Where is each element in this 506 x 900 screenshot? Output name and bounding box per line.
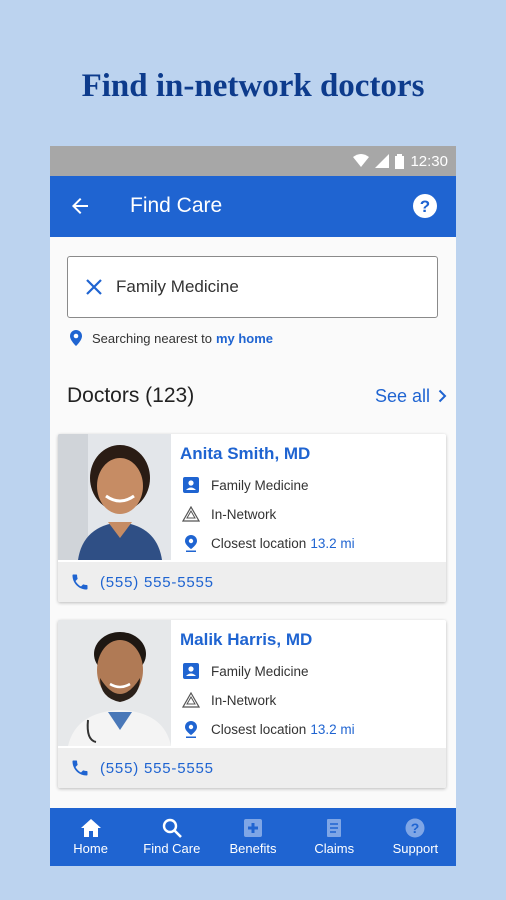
doctor-name[interactable]: Anita Smith, MD [180,444,310,464]
nav-label-home: Home [73,841,108,856]
search-input[interactable] [116,277,416,297]
nav-item-home[interactable]: Home [50,808,131,866]
nav-item-support[interactable]: ? Support [375,808,456,866]
location-pin-icon [182,534,200,552]
home-icon [80,819,101,837]
location-pin-icon [182,720,200,738]
svg-text:?: ? [420,197,430,216]
benefits-icon [244,819,262,837]
location-row: Closest location 13.2 mi [182,534,355,552]
bottom-navigation: Home Find Care Benefits Claims ? Support [50,808,456,866]
doctor-card[interactable]: Malik Harris, MD Family Medicine In-Netw… [58,620,446,788]
help-icon: ? [405,818,425,838]
help-icon[interactable]: ? [412,193,438,219]
nav-item-find-care[interactable]: Find Care [131,808,212,866]
nav-item-benefits[interactable]: Benefits [212,808,293,866]
nav-item-claims[interactable]: Claims [294,808,375,866]
phone-icon [72,760,88,776]
specialty-icon [182,662,200,680]
doctor-name[interactable]: Malik Harris, MD [180,630,312,650]
network-row: In-Network [182,691,276,709]
location-label: Closest location [211,535,307,551]
network-icon [182,691,200,709]
app-bar: Find Care ? [50,176,456,237]
phone-number[interactable]: (555) 555-5555 [100,574,214,591]
back-arrow-icon[interactable] [68,194,92,218]
distance-value: 13.2 mi [310,721,355,737]
network-text: In-Network [211,506,277,522]
claims-icon [327,819,342,837]
phone-row[interactable]: (555) 555-5555 [58,562,446,602]
status-bar: 12:30 [50,146,456,176]
battery-icon [395,153,405,169]
svg-text:?: ? [411,820,420,836]
nav-label-find-care: Find Care [143,841,201,856]
network-row: In-Network [182,505,276,523]
location-hint-text: Searching nearest to [92,330,212,346]
network-text: In-Network [211,692,277,708]
location-pin-icon [70,330,82,346]
doctor-photo [58,434,171,560]
status-time: 12:30 [410,152,448,170]
signal-icon [375,154,390,168]
doctor-card[interactable]: Anita Smith, MD Family Medicine In-Netwo… [58,434,446,602]
specialty-row: Family Medicine [182,476,309,494]
phone-screen: 12:30 Find Care ? Searching nearest to m… [50,146,456,866]
chevron-right-icon [438,389,447,403]
doctors-heading: Doctors (123) [67,384,195,407]
search-field[interactable] [67,256,438,318]
my-home-link[interactable]: my home [216,331,273,346]
see-all-label: See all [374,385,430,406]
page-title: Find Care [130,194,223,217]
location-row: Closest location 13.2 mi [182,720,355,738]
nav-label-benefits: Benefits [229,841,277,856]
specialty-text: Family Medicine [211,663,309,679]
specialty-icon [182,476,200,494]
specialty-text: Family Medicine [211,477,309,493]
doctors-header: Doctors (123) See all [67,384,447,408]
nav-label-claims: Claims [314,841,355,856]
wifi-icon [353,154,370,167]
promo-headline: Find in-network doctors [81,68,425,104]
distance-value: 13.2 mi [310,535,355,551]
phone-number[interactable]: (555) 555-5555 [100,760,214,777]
nav-label-support: Support [392,841,439,856]
specialty-row: Family Medicine [182,662,309,680]
search-icon [162,818,182,838]
doctor-photo [58,620,171,746]
location-label: Closest location [211,721,307,737]
location-hint: Searching nearest to my home [70,330,273,346]
close-icon[interactable] [85,278,103,296]
phone-icon [72,574,88,590]
phone-row[interactable]: (555) 555-5555 [58,748,446,788]
see-all-link[interactable]: See all [375,386,447,407]
network-icon [182,505,200,523]
